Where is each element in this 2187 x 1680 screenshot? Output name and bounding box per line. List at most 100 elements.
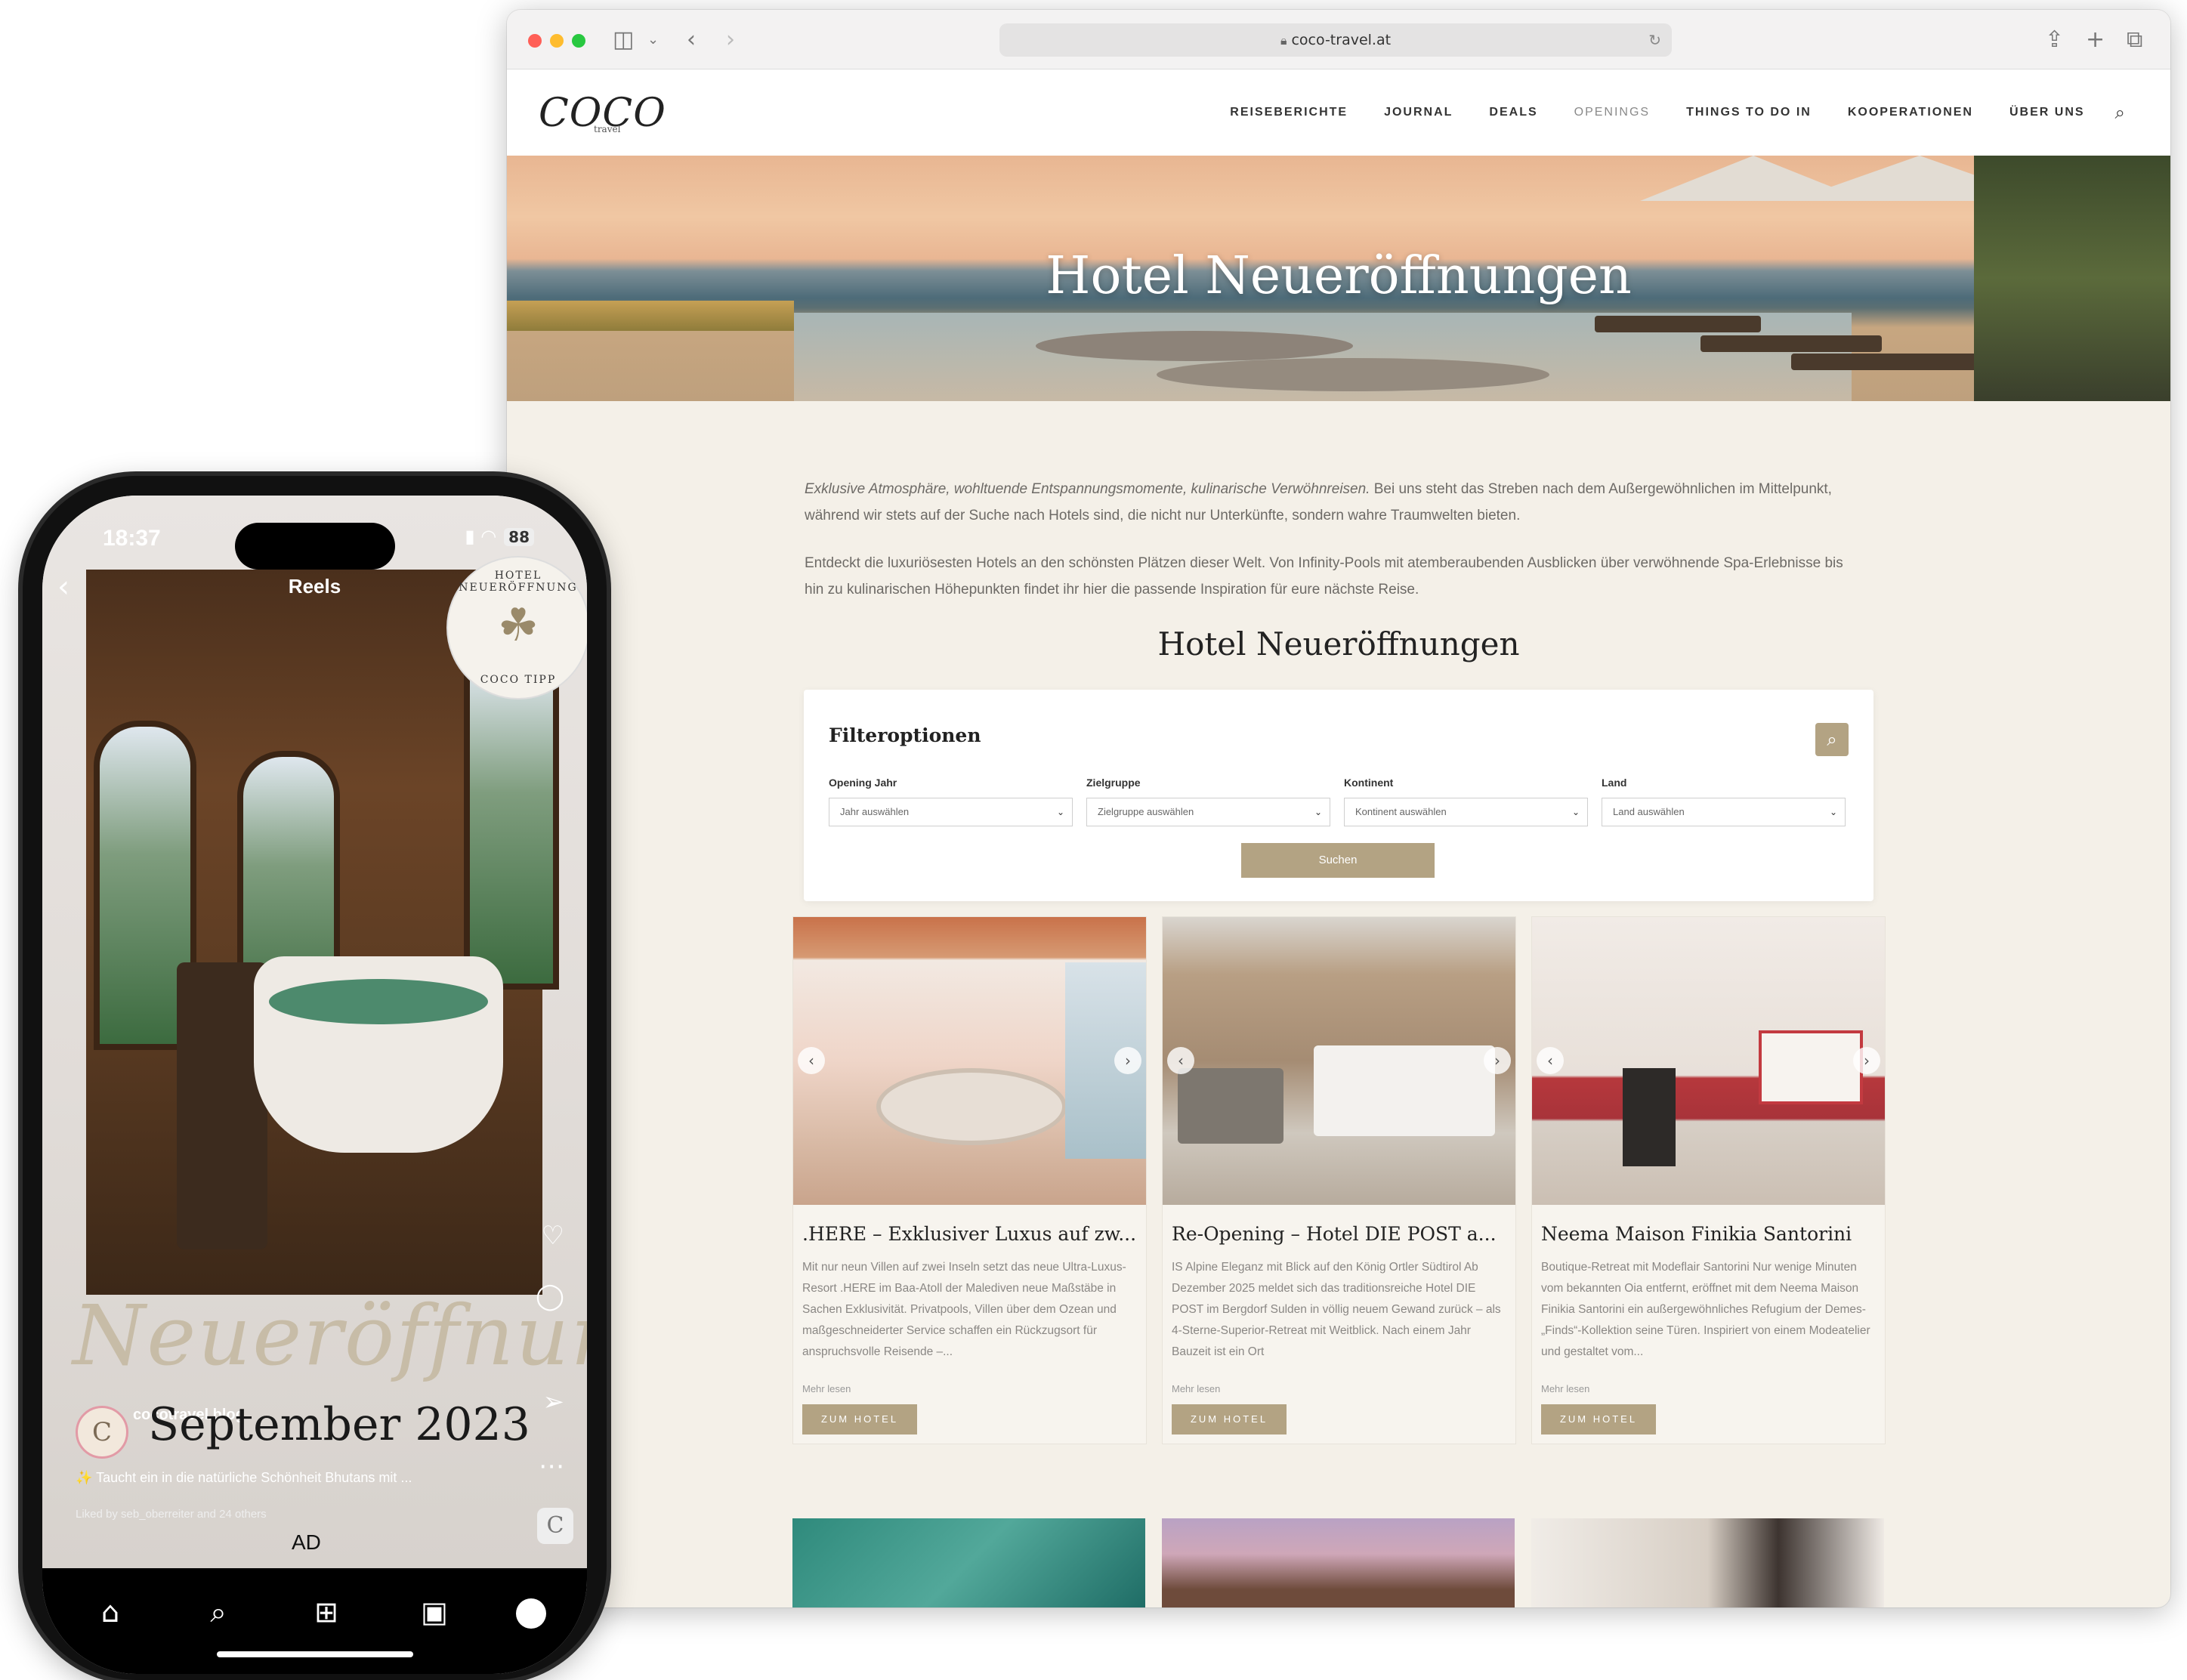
hotel-card-image[interactable]: [793, 917, 1146, 1205]
phone-screen: 18:37 ▮ ◠ 88 ‹ Reels HOTEL NEUERÖFFNUNG ☘…: [42, 496, 587, 1674]
lock-icon: 🔒︎: [1280, 33, 1287, 48]
hotel-card-title[interactable]: Neema Maison Finikia Santorini: [1541, 1223, 1877, 1245]
zum-hotel-button[interactable]: ZUM HOTEL: [802, 1404, 917, 1434]
intro-highlight: Exklusive Atmosphäre, wohltuende Entspan…: [805, 481, 1370, 497]
ad-label: AD: [292, 1530, 321, 1554]
nav-item-things-to-do-in[interactable]: THINGS TO DO IN: [1686, 106, 1812, 119]
coco-tipp-stamp: HOTEL NEUERÖFFNUNG ☘ COCO TIPP: [446, 556, 587, 699]
home-indicator: [217, 1651, 413, 1657]
create-post-icon[interactable]: ⊞: [305, 1591, 348, 1633]
filter-search-icon[interactable]: ⌕: [1815, 723, 1849, 756]
signal-icon: ▮: [465, 526, 475, 547]
search-submit-button[interactable]: Suchen: [1241, 843, 1435, 878]
browser-toolbar: ◫ ⌄ ‹ › 🔒︎ coco-travel.at ↻ ⇪ + ⧉: [507, 10, 2170, 69]
chevron-down-icon: ⌄: [1571, 807, 1580, 817]
kontinent-select[interactable]: Kontinent auswählen ⌄: [1344, 798, 1588, 826]
site-logo-sub: travel: [594, 124, 621, 134]
home-icon[interactable]: ⌂: [89, 1591, 131, 1633]
filter-label-land: Land: [1602, 777, 1627, 789]
liked-by-text[interactable]: Liked by seb_oberreiter and 24 others: [76, 1508, 267, 1521]
overlay-month-text: September 2023: [148, 1398, 530, 1451]
hotel-card-image[interactable]: [1162, 1518, 1515, 1607]
zum-hotel-button[interactable]: ZUM HOTEL: [1541, 1404, 1656, 1434]
carousel-next-icon[interactable]: ›: [1114, 1047, 1141, 1074]
audio-avatar-icon[interactable]: C: [537, 1508, 573, 1544]
hero-banner: Hotel Neueröffnungen: [507, 156, 2170, 401]
section-title: Hotel Neueröffnungen: [1157, 625, 1520, 662]
status-indicators: ▮ ◠ 88: [465, 526, 534, 547]
browser-window: ◫ ⌄ ‹ › 🔒︎ coco-travel.at ↻ ⇪ + ⧉ COCO tr…: [507, 10, 2170, 1607]
sidebar-toggle-icon[interactable]: ◫: [613, 25, 634, 55]
hotel-card-image[interactable]: [1163, 917, 1515, 1205]
new-tab-icon[interactable]: +: [2086, 25, 2105, 55]
filter-panel: Filteroptionen ⌕ Opening Jahr Jahr auswä…: [804, 690, 1873, 901]
zielgruppe-select[interactable]: Zielgruppe auswählen ⌄: [1086, 798, 1330, 826]
minimize-window-button[interactable]: [550, 34, 564, 48]
filter-title: Filteroptionen: [829, 724, 981, 746]
more-options-icon[interactable]: ⋯: [539, 1451, 564, 1481]
zum-hotel-button[interactable]: ZUM HOTEL: [1172, 1404, 1287, 1434]
hotel-card-image[interactable]: [1531, 1518, 1884, 1607]
forward-arrow-icon[interactable]: ›: [726, 25, 735, 55]
carousel-next-icon[interactable]: ›: [1484, 1047, 1511, 1074]
battery-icon: 88: [504, 528, 534, 546]
hero-title: Hotel Neueröffnungen: [1046, 246, 1632, 306]
carousel-prev-icon[interactable]: ‹: [1537, 1047, 1564, 1074]
chevron-down-icon: ⌄: [1829, 807, 1837, 817]
filter-label-kontinent: Kontinent: [1344, 777, 1394, 789]
chevron-down-icon: ⌄: [1314, 807, 1322, 817]
opening-jahr-select[interactable]: Jahr auswählen ⌄: [829, 798, 1073, 826]
filter-label-zielgruppe: Zielgruppe: [1086, 777, 1141, 789]
land-select[interactable]: Land auswählen ⌄: [1602, 798, 1846, 826]
bottom-tab-bar: ⌂ ⌕ ⊞ ▣: [42, 1568, 587, 1674]
address-bar[interactable]: 🔒︎ coco-travel.at ↻: [999, 23, 1672, 57]
back-arrow-icon[interactable]: ‹: [687, 25, 696, 55]
close-window-button[interactable]: [528, 34, 542, 48]
intro-paragraph-2: Entdeckt die luxuriösesten Hotels an den…: [805, 555, 1843, 598]
share-icon[interactable]: ⇪: [2045, 25, 2064, 55]
wifi-icon: ◠: [480, 526, 497, 547]
search-icon[interactable]: ⌕: [197, 1591, 239, 1633]
read-more-link[interactable]: Mehr lesen: [1541, 1383, 1589, 1394]
hotel-card: ‹ › Re-Opening – Hotel DIE POST a... IS …: [1162, 916, 1516, 1444]
hotel-card-image[interactable]: [792, 1518, 1145, 1607]
read-more-link[interactable]: Mehr lesen: [1172, 1383, 1220, 1394]
carousel-prev-icon[interactable]: ‹: [1167, 1047, 1194, 1074]
profile-avatar[interactable]: [516, 1598, 546, 1629]
heart-icon[interactable]: ♡: [542, 1221, 564, 1251]
filter-label-opening-jahr: Opening Jahr: [829, 777, 897, 789]
search-icon[interactable]: ⌕: [2115, 102, 2125, 123]
main-nav: REISEBERICHTE JOURNAL DEALS OPENINGS THI…: [1194, 69, 2125, 156]
intro-text: Exklusive Atmosphäre, wohltuende Entspan…: [805, 476, 1847, 624]
hotel-card-title[interactable]: Re-Opening – Hotel DIE POST a...: [1172, 1223, 1508, 1245]
site-header: COCO travel REISEBERICHTE JOURNAL DEALS …: [507, 69, 2170, 156]
reels-icon[interactable]: ▣: [413, 1591, 456, 1633]
share-icon[interactable]: ➢: [543, 1387, 565, 1417]
palm-tree-icon: ☘: [498, 599, 539, 652]
url-text: coco-travel.at: [1291, 32, 1392, 48]
chevron-down-icon[interactable]: ⌄: [647, 25, 659, 55]
overlay-script-text: Neueröffnung: [73, 1287, 587, 1384]
nav-item-journal[interactable]: JOURNAL: [1384, 106, 1453, 119]
hotel-card-text: IS Alpine Eleganz mit Blick auf den Köni…: [1172, 1261, 1501, 1358]
post-caption[interactable]: ✨ Taucht ein in die natürliche Schönheit…: [76, 1470, 412, 1486]
phone-device: 18:37 ▮ ◠ 88 ‹ Reels HOTEL NEUERÖFFNUNG ☘…: [23, 476, 607, 1680]
tab-overview-icon[interactable]: ⧉: [2127, 25, 2142, 55]
nav-item-ueber-uns[interactable]: ÜBER UNS: [2009, 106, 2085, 119]
nav-item-openings[interactable]: OPENINGS: [1574, 106, 1650, 119]
carousel-prev-icon[interactable]: ‹: [798, 1047, 825, 1074]
nav-item-reiseberichte[interactable]: REISEBERICHTE: [1230, 106, 1348, 119]
reload-icon[interactable]: ↻: [1648, 23, 1661, 57]
nav-item-deals[interactable]: DEALS: [1489, 106, 1537, 119]
maximize-window-button[interactable]: [572, 34, 585, 48]
hotel-card-image[interactable]: [1532, 917, 1885, 1205]
hotel-card-text: Mit nur neun Villen auf zwei Inseln setz…: [802, 1261, 1126, 1358]
avatar[interactable]: C: [76, 1406, 128, 1459]
hotel-card: ‹ › .HERE – Exklusiver Luxus auf zw... M…: [792, 916, 1147, 1444]
hotel-card-title[interactable]: .HERE – Exklusiver Luxus auf zw...: [802, 1223, 1138, 1245]
hotel-card: ‹ › Neema Maison Finikia Santorini Bouti…: [1531, 916, 1886, 1444]
hotel-card-text: Boutique-Retreat mit Modeflair Santorini…: [1541, 1261, 1870, 1358]
nav-item-kooperationen[interactable]: KOOPERATIONEN: [1848, 106, 1973, 119]
carousel-next-icon[interactable]: ›: [1853, 1047, 1880, 1074]
read-more-link[interactable]: Mehr lesen: [802, 1383, 851, 1394]
